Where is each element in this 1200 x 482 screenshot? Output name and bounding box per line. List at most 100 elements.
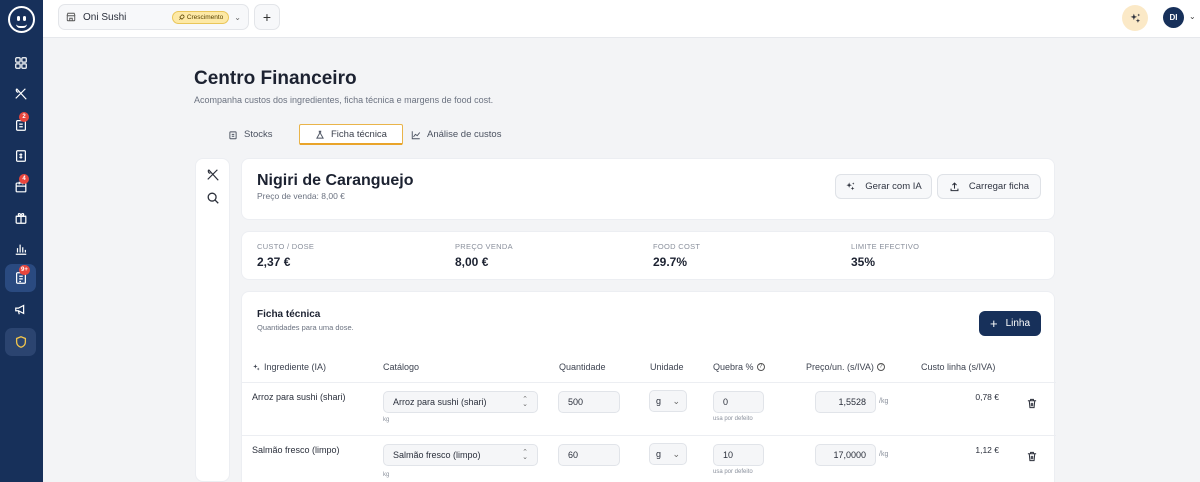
dish-card: Nigiri de Caranguejo Preço de venda: 8,0… [241,158,1055,220]
column-header-waste: Quebra % ? [713,362,765,372]
header-label: Catálogo [383,362,420,372]
kpi-cost-per-dose: CUSTO / DOSE 2,37 € [257,242,314,269]
tool-column [195,158,230,482]
utensils-icon [14,88,27,100]
sidebar-item-kitchen[interactable] [5,80,36,108]
ingredient-name: Arroz para sushi (shari) [252,392,346,402]
unit-select[interactable]: g ⌄ [649,443,687,465]
price-input[interactable]: 17,0000 [815,444,876,466]
tab-ficha-tecnica[interactable]: Ficha técnica [299,124,403,145]
ai-assistant-button[interactable] [1122,5,1148,31]
updown-chevron-icon: ⌃ ⌄ [522,449,528,461]
calendar-badge: 4 [19,174,29,184]
sidebar: 2 4 9+ [0,0,43,482]
add-line-label: Linha [1005,318,1031,329]
restaurant-selector[interactable]: Oni Sushi Crescimento ⌄ [58,4,249,30]
app-logo[interactable] [8,6,35,33]
price-input[interactable]: 1,5528 [815,391,876,413]
waste-input[interactable]: 0 [713,391,764,413]
help-icon[interactable]: ? [876,363,885,371]
quantity-value: 500 [568,397,584,407]
plus-icon: + [262,9,272,25]
trash-icon[interactable] [1027,451,1037,462]
updown-chevron-icon: ⌃ ⌄ [522,396,528,408]
section-subtitle: Quantidades para uma dose. [257,323,354,332]
gift-icon [15,213,26,224]
column-header-catalog: Catálogo [383,362,419,372]
line-cost: 1,12 € [975,445,999,455]
line-cost: 0,78 € [975,392,999,402]
sparkles-icon [846,182,855,191]
column-header-ingredient: Ingrediente (IA) [252,362,326,372]
sidebar-item-marketing[interactable] [5,295,36,323]
search-icon[interactable] [206,191,220,205]
sidebar-item-calendar[interactable]: 4 [5,173,36,201]
quantity-value: 60 [568,450,579,460]
sidebar-item-orders[interactable]: 2 [5,111,36,139]
line-chart-icon [411,130,421,139]
header-label: Preço/un. (s/IVA) [806,362,874,372]
quantity-input[interactable]: 500 [558,391,620,413]
upload-icon [950,182,959,192]
waste-input[interactable]: 10 [713,444,764,466]
sidebar-item-finance[interactable]: 9+ [5,264,36,292]
avatar[interactable]: DI [1163,7,1184,28]
store-icon [66,12,76,22]
kpi-sale-price: PREÇO VENDA 8,00 € [455,242,513,269]
sidebar-item-dashboard[interactable] [5,49,36,77]
sparkles-icon [253,363,260,371]
tab-stocks-label: Stocks [244,129,273,140]
waste-value: 10 [723,450,734,460]
catalog-select-value: Salmão fresco (limpo) [393,450,481,460]
catalog-select[interactable]: Salmão fresco (limpo) ⌃ ⌄ [383,444,538,466]
sidebar-item-rewards[interactable] [5,204,36,232]
upload-sheet-button[interactable]: Carregar ficha [937,174,1041,199]
add-restaurant-button[interactable]: + [254,4,280,30]
waste-value: 0 [723,397,729,407]
technical-sheet-card: Ficha técnica Quantidades para uma dose.… [241,291,1056,482]
header-label: Custo linha (s/IVA) [921,362,996,372]
tab-analise-custos[interactable]: Análise de custos [411,124,511,145]
page-subtitle: Acompanha custos dos ingredientes, ficha… [194,95,494,105]
kpi-food-cost: FOOD COST 29.7% [653,242,700,269]
dish-name: Nigiri de Caranguejo [257,172,414,189]
generate-ai-label: Gerar com IA [865,181,922,192]
upload-sheet-label: Carregar ficha [968,181,1030,192]
sidebar-item-reports[interactable] [5,235,36,263]
catalog-unit: kg [383,417,390,423]
catalog-select-value: Arroz para sushi (shari) [393,397,487,407]
column-header-price: Preço/un. (s/IVA) ? [806,362,885,372]
quantity-input[interactable]: 60 [558,444,620,466]
utensils-icon[interactable] [206,168,220,182]
kpi-label: PREÇO VENDA [455,242,513,251]
trash-icon[interactable] [1027,398,1037,409]
user-menu-chevron-icon[interactable]: ⌄ [1189,12,1196,21]
sidebar-item-menu[interactable] [5,142,36,170]
divider [242,435,1056,436]
generate-ai-button[interactable]: Gerar com IA [835,174,932,199]
column-header-line-cost: Custo linha (s/IVA) [921,362,995,372]
tab-stocks[interactable]: Stocks [228,124,288,145]
kpi-effective-limit: LIMITE EFECTIVO 35% [851,242,919,269]
price-unit: /kg [879,451,889,458]
header-label: Unidade [650,362,684,372]
tab-analise-custos-label: Análise de custos [427,129,502,140]
unit-select[interactable]: g ⌄ [649,390,687,412]
kpi-label: CUSTO / DOSE [257,242,315,251]
chevron-down-icon: ⌄ [672,395,680,406]
unit-value: g [656,449,662,459]
catalog-select[interactable]: Arroz para sushi (shari) ⌃ ⌄ [383,391,538,413]
kpi-label: FOOD COST [653,242,701,251]
section-title: Ficha técnica [257,309,321,320]
plus-icon: + [989,316,998,331]
sparkles-icon [1130,13,1140,23]
orders-badge: 2 [19,112,29,122]
top-bar: Oni Sushi Crescimento ⌄ + DI ⌄ [43,0,1200,38]
chevron-down-icon: ⌄ [234,12,241,22]
unit-value: g [656,396,662,406]
add-line-button[interactable]: + Linha [979,311,1041,336]
page-title: Centro Financeiro [194,68,357,89]
sidebar-item-admin[interactable] [5,328,36,356]
help-icon[interactable]: ? [756,363,765,371]
price-value: 1,5528 [838,397,866,407]
